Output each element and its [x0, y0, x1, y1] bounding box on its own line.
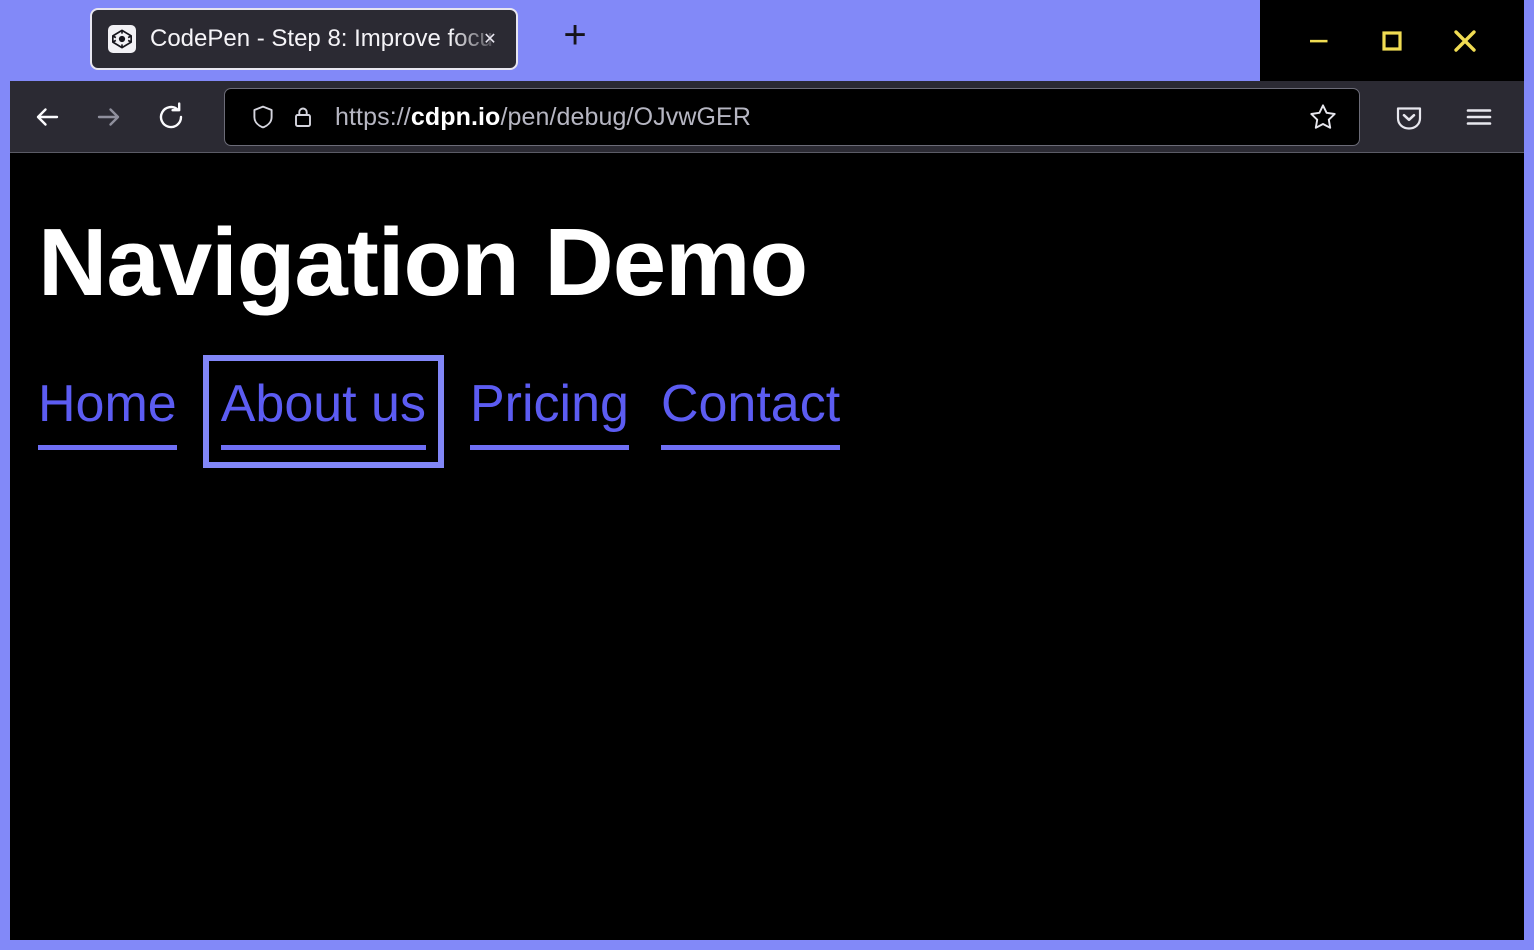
new-tab-button[interactable]: +	[548, 8, 602, 62]
address-bar[interactable]: https://cdpn.io/pen/debug/OJvwGER	[224, 88, 1360, 146]
maximize-button[interactable]	[1364, 13, 1420, 69]
site-navigation: Home About us Pricing Contact	[38, 373, 1524, 450]
navigation-toolbar: https://cdpn.io/pen/debug/OJvwGER	[10, 81, 1524, 153]
window-close-button[interactable]	[1437, 13, 1493, 69]
bookmark-star-icon[interactable]	[1301, 95, 1345, 139]
nav-link-home[interactable]: Home	[38, 373, 177, 450]
url-host: cdpn.io	[411, 103, 501, 131]
url-scheme: https://	[335, 103, 411, 131]
forward-button-icon[interactable]	[78, 89, 140, 145]
url-text[interactable]: https://cdpn.io/pen/debug/OJvwGER	[323, 102, 1293, 132]
browser-tab[interactable]: CodePen - Step 8: Improve focu ✕	[90, 8, 518, 70]
back-button-icon[interactable]	[16, 89, 78, 145]
hamburger-menu-icon[interactable]	[1444, 89, 1514, 145]
codepen-logo-icon	[108, 25, 136, 53]
pocket-icon[interactable]	[1374, 89, 1444, 145]
tab-title: CodePen - Step 8: Improve focu	[150, 24, 516, 54]
close-icon[interactable]: ✕	[476, 25, 504, 53]
browser-window: CodePen - Step 8: Improve focu ✕ + −	[0, 0, 1534, 950]
minimize-button[interactable]: −	[1291, 13, 1347, 69]
url-path: /pen/debug/OJvwGER	[500, 103, 751, 131]
tracking-protection-shield-icon[interactable]	[243, 97, 283, 137]
window-controls: −	[1260, 0, 1524, 81]
nav-link-pricing[interactable]: Pricing	[470, 373, 629, 450]
connection-lock-icon[interactable]	[283, 97, 323, 137]
page-content: Navigation Demo Home About us Pricing Co…	[10, 153, 1524, 940]
nav-link-about-us[interactable]: About us	[221, 373, 426, 450]
toolbar-right-group	[1374, 89, 1518, 145]
tab-strip: CodePen - Step 8: Improve focu ✕ + −	[0, 0, 1534, 81]
page-title: Navigation Demo	[38, 211, 1524, 315]
reload-button-icon[interactable]	[140, 89, 202, 145]
nav-link-contact[interactable]: Contact	[661, 373, 840, 450]
